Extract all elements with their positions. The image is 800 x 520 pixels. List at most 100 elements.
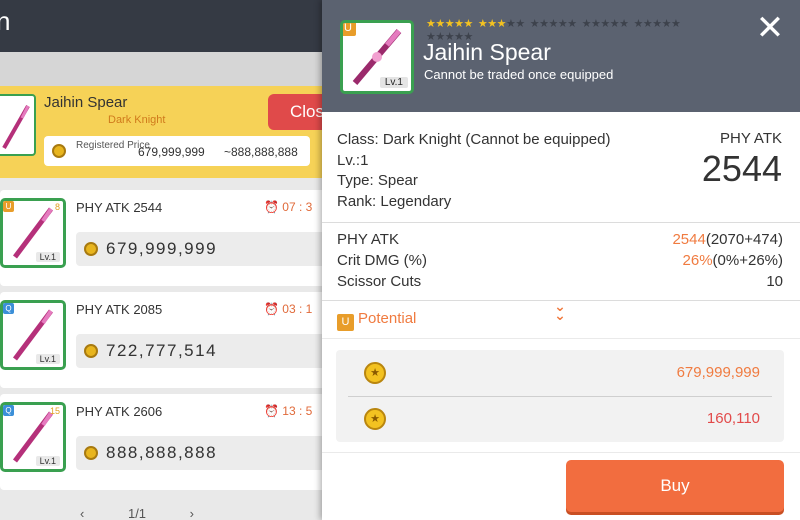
star-filled-icon: ★ <box>444 18 455 30</box>
rank-badge: U <box>3 201 14 212</box>
stat-detail: (2070+474) <box>705 231 783 248</box>
prev-page-icon[interactable]: ‹ <box>80 506 84 520</box>
page-indicator: 1/1 <box>127 506 147 520</box>
star-filled-icon: ★ <box>426 18 436 30</box>
star-filled-icon: ★ <box>435 18 445 30</box>
stat-total: 26% <box>682 252 713 269</box>
spear-icon <box>2 105 30 149</box>
listing-row[interactable]: Q 15 Lv.1 PHY ATK 2606 ⏰ 13 : 5 888,888,… <box>0 394 336 490</box>
listing-thumbnail: Q 15 Lv.1 <box>0 402 66 472</box>
item-detail-panel: U Lv.1 ★★★★★ ★★★★★ ★★★★★ ★★★★★ ★★★★★★★★★★ Ja… <box>322 0 800 520</box>
listing-price: 679,999,999 <box>106 239 218 258</box>
registered-item-card: Jaihin Spear Dark Knight Clos Registered… <box>0 86 338 178</box>
listing-atk: PHY ATK 2606 <box>76 404 163 419</box>
clock-icon: ⏰ <box>264 302 279 316</box>
star-empty-icon: ★ <box>609 18 620 30</box>
chevron-down-icon[interactable]: ⌄ ⌄ <box>550 299 570 322</box>
listing-price-box: 722,777,514 <box>76 334 336 368</box>
info-type: Type: Spear <box>337 172 418 189</box>
stat-total: 2544 <box>672 231 706 248</box>
coin-icon <box>52 144 66 158</box>
info-rank: Rank: Legendary <box>337 192 452 210</box>
coin-icon: ★ <box>364 362 386 384</box>
stat-label: PHY ATK <box>337 231 399 248</box>
registered-item-thumbnail <box>0 94 36 156</box>
listing-time-value: 07 : 3 <box>282 200 313 214</box>
registered-item-name: Jaihin Spear <box>44 94 128 111</box>
listing-row[interactable]: U 8 Lv.1 PHY ATK 2544 ⏰ 07 : 3 679,999,9… <box>0 190 336 286</box>
star-count: 8 <box>54 202 60 212</box>
stat-row: Scissor Cuts 10 <box>337 273 783 293</box>
star-empty-icon: ★ <box>619 18 629 30</box>
level-badge: Lv.1 <box>35 456 60 466</box>
stat-label: Crit DMG (%) <box>337 252 427 269</box>
stat-value: 10 <box>766 273 783 290</box>
clock-icon: ⏰ <box>264 200 279 214</box>
level-badge: Lv.1 <box>379 77 408 88</box>
stat-row: Crit DMG (%) 26%(0%+26%) <box>337 252 783 272</box>
star-empty-icon: ★ <box>581 18 592 30</box>
listing-atk: PHY ATK 2544 <box>76 200 163 215</box>
coin-icon <box>84 344 98 358</box>
balance-price: 160,110 <box>706 410 760 427</box>
star-empty-icon: ★ <box>661 18 672 30</box>
listing-row[interactable]: Q Lv.1 PHY ATK 2085 ⏰ 03 : 1 722,777,514 <box>0 292 336 388</box>
coin-icon: ★ <box>364 408 386 430</box>
star-empty-icon: ★ <box>567 18 577 30</box>
listing-price-box: 888,888,888 <box>76 436 336 470</box>
star-filled-icon: ★ <box>463 18 474 30</box>
listing-time-value: 03 : 1 <box>282 302 313 316</box>
item-icon-frame: U Lv.1 <box>340 20 414 94</box>
divider <box>322 222 800 223</box>
screen-title: n <box>0 6 11 36</box>
item-header: U Lv.1 ★★★★★ ★★★★★ ★★★★★ ★★★★★ ★★★★★★★★★★ Ja… <box>322 0 800 112</box>
listing-atk: PHY ATK 2085 <box>76 302 163 317</box>
price-box: ★ 679,999,999 ★ 160,110 <box>336 350 784 442</box>
star-filled-icon: ★ <box>454 18 464 30</box>
level-badge: Lv.1 <box>35 252 60 262</box>
main-stat-value: 2544 <box>701 148 782 189</box>
divider <box>322 338 800 339</box>
star-empty-icon: ★ <box>548 18 559 30</box>
next-page-icon[interactable]: › <box>190 506 194 520</box>
registered-price-box: Registered Price 679,999,999 ~888,888,88… <box>44 136 310 166</box>
star-filled-icon: ★ <box>487 18 497 30</box>
star-empty-icon: ★ <box>642 18 653 30</box>
buy-button[interactable]: Buy <box>566 460 784 512</box>
coin-icon <box>84 242 98 256</box>
listing-price: 888,888,888 <box>106 443 218 462</box>
listing-thumbnail: Q Lv.1 <box>0 300 66 370</box>
item-name: Jaihin Spear <box>423 39 551 65</box>
star-empty-icon: ★ <box>671 18 681 30</box>
level-badge: Lv.1 <box>35 354 60 364</box>
listing-time: ⏰ 07 : 3 <box>264 200 312 214</box>
listing-time: ⏰ 03 : 1 <box>264 302 312 316</box>
star-empty-icon: ★ <box>591 18 601 30</box>
star-filled-icon: ★ <box>496 18 507 30</box>
stat-value: 2544(2070+474) <box>672 231 783 248</box>
registered-item-class: Dark Knight <box>108 114 166 126</box>
divider <box>322 452 800 453</box>
stat-value: 26%(0%+26%) <box>683 252 783 269</box>
listing-time-value: 13 : 5 <box>282 404 313 418</box>
star-empty-icon: ★ <box>652 18 662 30</box>
star-empty-icon: ★ <box>515 18 525 30</box>
item-info: Class: Dark Knight (Cannot be equipped) … <box>337 130 611 212</box>
star-empty-icon: ★ <box>539 18 549 30</box>
listing-thumbnail: U 8 Lv.1 <box>0 198 66 268</box>
star-empty-icon: ★ <box>506 18 516 30</box>
main-stat-label: PHY ATK <box>720 130 782 147</box>
stat-detail: (0%+26%) <box>712 252 783 269</box>
listing-price: 722,777,514 <box>106 341 218 360</box>
clock-icon: ⏰ <box>264 404 279 418</box>
stat-label: Scissor Cuts <box>337 273 422 290</box>
rank-badge: Q <box>3 303 14 314</box>
listing-time: ⏰ 13 : 5 <box>264 404 312 418</box>
coin-icon <box>84 446 98 460</box>
listing-price: 679,999,999 <box>676 364 760 381</box>
star-empty-icon: ★ <box>529 18 540 30</box>
registered-price-value: 679,999,999 <box>138 145 205 159</box>
potential-section[interactable]: U Potential <box>337 310 416 331</box>
potential-label: Potential <box>358 310 417 327</box>
close-icon[interactable]: ✕ <box>754 11 786 45</box>
